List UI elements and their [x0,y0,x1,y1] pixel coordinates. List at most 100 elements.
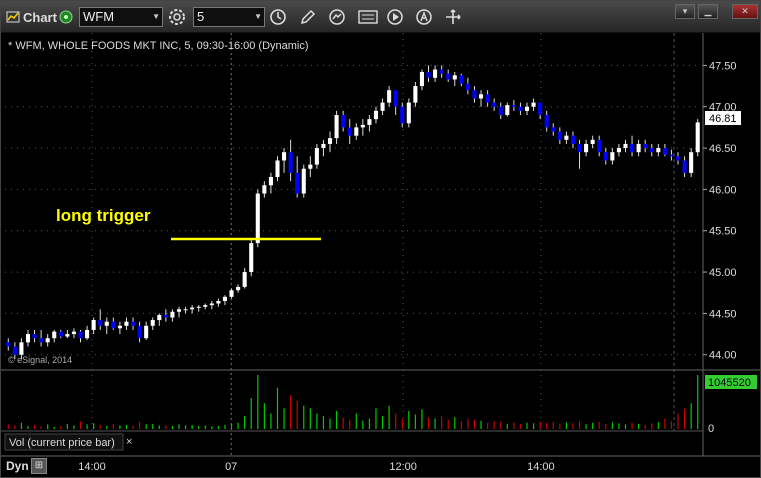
candle [144,321,149,340]
candle [400,102,405,128]
candle-body [675,156,681,161]
candle [636,139,641,157]
candle [236,284,241,293]
candle-body [65,334,70,337]
close-button[interactable]: ✕ [732,4,758,19]
candle-body [6,342,11,347]
candle-body [295,172,300,194]
candle [45,334,50,347]
pencil-icon[interactable] [298,7,318,27]
candle [327,131,333,153]
candle [249,239,254,277]
candle [446,69,451,82]
candle [689,148,694,177]
candle-body [544,115,549,128]
price-tick-label: 44.00 [709,350,737,362]
candle [137,321,142,343]
candle [196,305,201,312]
symbol-combo[interactable]: WFM ▼ [79,7,163,27]
candle [347,119,352,144]
candle [603,148,608,165]
candle [52,329,57,343]
candle-body [452,75,457,80]
candle [183,306,188,314]
watermark: © eSignal, 2014 [8,355,72,365]
a-circle-icon[interactable] [414,7,434,27]
price-tick-label: 45.00 [709,267,737,279]
candle-body [636,143,641,153]
candle [314,143,319,169]
candle-body [518,106,523,111]
candle-body [209,303,214,306]
candle-body [603,152,608,161]
candle-body [203,305,208,307]
candle [39,329,44,347]
price-axis: 47.5047.0046.5046.0045.5045.0044.5044.00 [703,60,737,362]
minimize-button[interactable]: ▁ [698,4,718,19]
candle [649,143,654,157]
candle-body [610,152,615,161]
move-icon[interactable] [443,7,463,27]
candle-body [190,307,195,310]
close-volume-panel-icon[interactable]: × [126,436,132,448]
candle-body [170,311,175,318]
candle-body [314,148,319,165]
candle-body [511,105,516,107]
candle-body [630,143,635,153]
candle-body [301,168,306,194]
clock-icon[interactable] [268,7,288,27]
candle-body [104,321,109,326]
candle [268,172,273,194]
candle [413,81,418,107]
candle-body [360,124,365,128]
candle-body [282,152,287,161]
candle-body [446,73,451,80]
play-icon[interactable] [385,7,405,27]
window-menu-button[interactable]: ▾ [675,4,695,19]
candle-body [584,143,589,153]
candle-body [419,72,424,87]
status-bar: Dyn ⊞ [1,456,760,477]
candle-body [150,320,155,326]
candle-body [426,72,431,78]
candle [170,309,175,322]
candle-body [25,334,31,343]
candle [360,119,365,136]
candle [98,309,103,330]
candle-body [570,135,575,144]
candle-body [71,331,76,335]
volume-panel-label: Vol (current price bar) [9,437,115,449]
candle-body [137,325,142,339]
price-chart: 47.5047.0046.5046.0045.5045.0044.5044.00… [1,33,760,473]
last-price-text: 46.81 [709,113,737,125]
candle [695,119,700,157]
candle [367,115,372,132]
candle [380,98,385,115]
candle-body [662,148,667,155]
candle [203,303,208,310]
dynamic-toggle-icon[interactable]: ⊞ [31,458,47,474]
link-status-icon[interactable] [59,7,73,27]
interval-combo[interactable]: 5 ▼ [193,7,265,27]
candle [288,139,293,182]
candle-body [492,102,497,107]
settings-gear-icon[interactable] [167,7,187,27]
candle-body [58,331,63,337]
candle [518,102,523,115]
candle-body [111,321,116,329]
candle-body [236,286,241,291]
candle [406,98,411,128]
candle [301,164,306,198]
candle-body [479,94,484,99]
refresh-icon[interactable] [327,7,347,27]
volume-bars [7,375,699,429]
candle-body [262,185,267,194]
candle [557,127,562,144]
candle [321,139,326,157]
gci-icon[interactable] [357,7,379,27]
price-tick-label: 46.00 [709,184,737,196]
candle-body [196,306,201,308]
candle [610,148,615,165]
candle-body [367,119,372,125]
candle-body [249,243,254,273]
